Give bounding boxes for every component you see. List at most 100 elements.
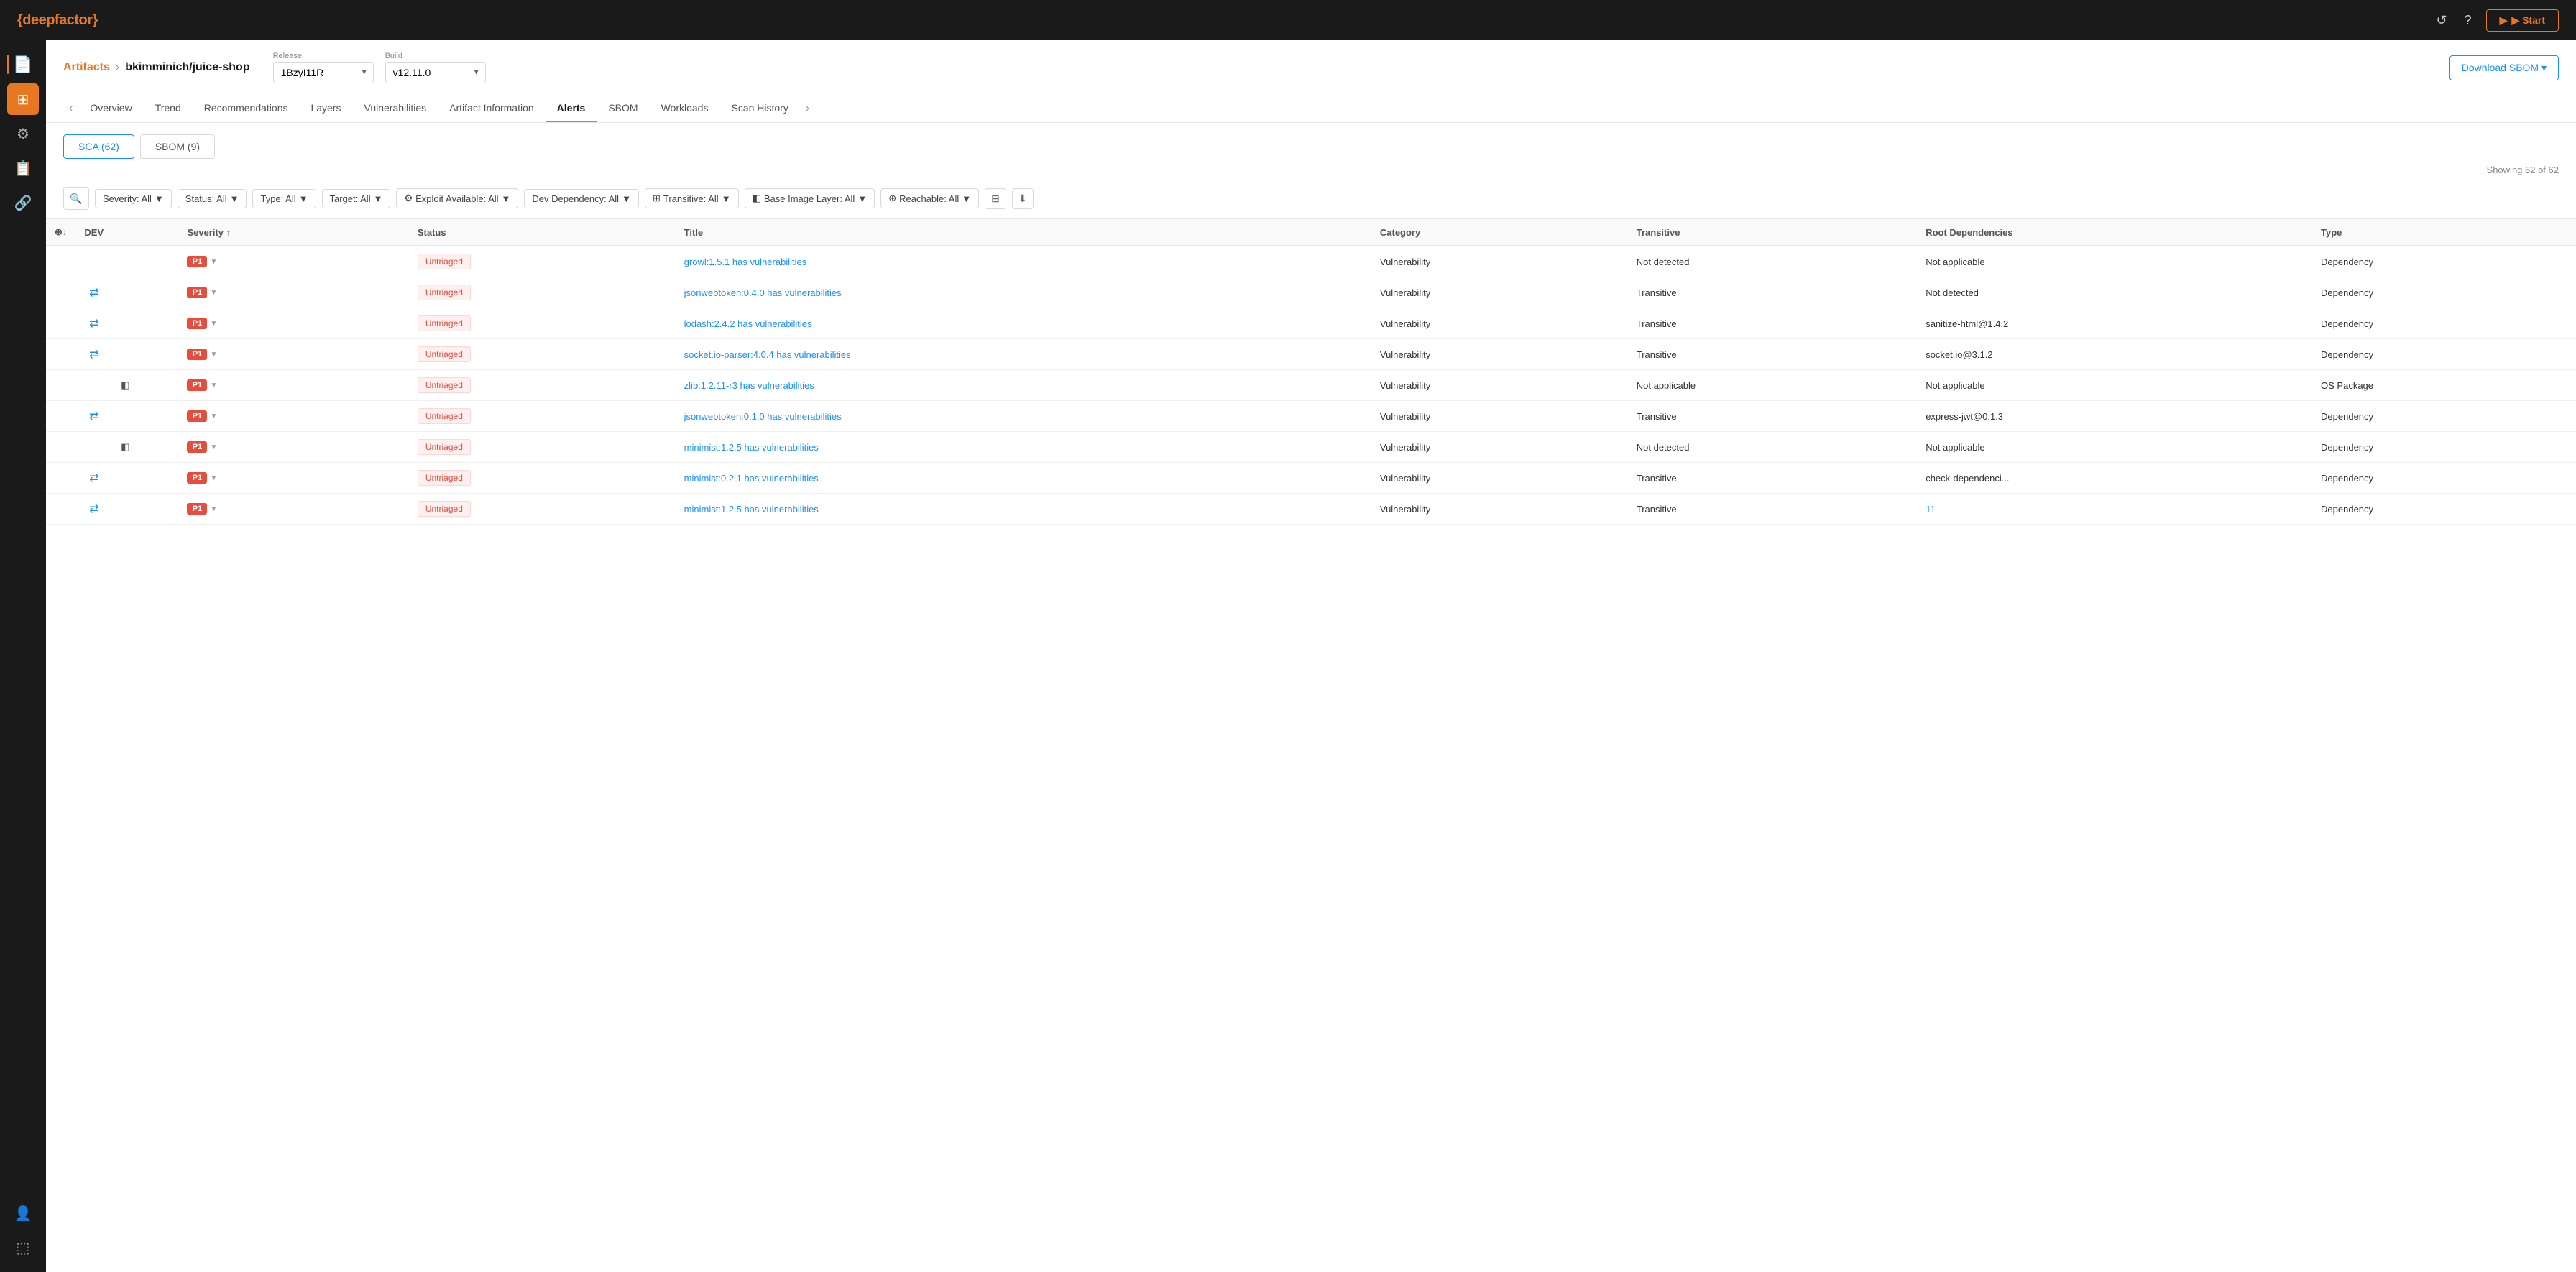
row-severity: P1▼: [178, 370, 408, 401]
p1-badge: P1: [187, 379, 207, 391]
file-icon: 📄: [13, 55, 32, 74]
tab-scan-history[interactable]: Scan History: [719, 95, 799, 122]
help-button[interactable]: ?: [2462, 10, 2475, 31]
base-image-filter[interactable]: ◧ Base Image Layer: All ▼: [745, 188, 875, 208]
title-link[interactable]: jsonwebtoken:0.1.0 has vulnerabilities: [684, 411, 842, 422]
table: ⊕↓ DEV Severity ↑ Status Title Category …: [46, 219, 2576, 525]
search-button[interactable]: 🔍: [63, 187, 89, 210]
row-root-deps: check-dependenci...: [1917, 463, 2312, 494]
tab-prev-button[interactable]: ‹: [63, 99, 78, 118]
reachable-filter-label: Reachable: All: [899, 193, 959, 204]
download-sbom-button[interactable]: Download SBOM ▾: [2450, 55, 2559, 80]
status-filter[interactable]: Status: All ▼: [178, 189, 247, 208]
severity-dropdown-btn[interactable]: ▼: [210, 505, 217, 513]
transitive-chevron-icon: ▼: [722, 193, 731, 204]
severity-dropdown-btn[interactable]: ▼: [210, 382, 217, 390]
breadcrumb: Artifacts › bkimminich/juice-shop Releas…: [63, 52, 2559, 83]
search-icon: 🔍: [70, 193, 82, 205]
row-title: minimist:1.2.5 has vulnerabilities: [676, 432, 1371, 463]
alerts-table: ⊕↓ DEV Severity ↑ Status Title Category …: [46, 219, 2576, 525]
title-link[interactable]: lodash:2.4.2 has vulnerabilities: [684, 318, 812, 329]
row-root-deps: sanitize-html@1.4.2: [1917, 308, 2312, 339]
table-row: ⇄P1▼Untriagedsocket.io-parser:4.0.4 has …: [46, 339, 2576, 370]
tab-layers[interactable]: Layers: [299, 95, 352, 122]
sidebar-item-documents[interactable]: 📋: [7, 152, 39, 184]
tab-artifact-information[interactable]: Artifact Information: [438, 95, 546, 122]
release-select[interactable]: 1BzyI11R: [273, 62, 374, 83]
title-link[interactable]: minimist:1.2.5 has vulnerabilities: [684, 442, 819, 453]
sidebar-item-settings[interactable]: ⚙: [7, 118, 39, 149]
tab-sbom[interactable]: SBOM: [597, 95, 649, 122]
sidebar-item-logout[interactable]: ⬚: [7, 1232, 39, 1263]
row-title: minimist:0.2.1 has vulnerabilities: [676, 463, 1371, 494]
row-severity: P1▼: [178, 339, 408, 370]
transitive-dep-icon: ⇄: [75, 494, 112, 525]
row-transitive: Transitive: [1628, 494, 1917, 525]
tab-overview[interactable]: Overview: [78, 95, 143, 122]
status-chevron-icon: ▼: [230, 193, 239, 204]
view-toggle-button[interactable]: ⊟: [985, 188, 1006, 209]
refresh-button[interactable]: ↺: [2434, 10, 2450, 31]
title-link[interactable]: minimist:1.2.5 has vulnerabilities: [684, 504, 819, 515]
row-dev-col: [75, 370, 112, 401]
breadcrumb-artifacts-link[interactable]: Artifacts: [63, 61, 110, 74]
target-chevron-icon: ▼: [374, 193, 383, 204]
row-sort-col: [46, 339, 75, 370]
row-category: Vulnerability: [1371, 401, 1628, 432]
tabs-nav: ‹ Overview Trend Recommendations Layers …: [63, 95, 2559, 122]
release-dropdown-wrapper: 1BzyI11R: [273, 62, 374, 83]
build-select[interactable]: v12.11.0: [385, 62, 486, 83]
title-link[interactable]: growl:1.5.1 has vulnerabilities: [684, 257, 807, 267]
root-deps-link[interactable]: 11: [1926, 504, 1936, 515]
severity-dropdown-btn[interactable]: ▼: [210, 351, 217, 359]
exploit-filter[interactable]: ⚙ Exploit Available: All ▼: [396, 188, 518, 208]
download-button[interactable]: ⬇: [1012, 188, 1034, 209]
severity-dropdown-btn[interactable]: ▼: [210, 289, 217, 297]
table-row: P1▼Untriagedgrowl:1.5.1 has vulnerabilit…: [46, 246, 2576, 277]
start-button[interactable]: ▶ ▶ Start: [2486, 9, 2559, 32]
reachable-filter[interactable]: ⊕ Reachable: All ▼: [880, 188, 979, 208]
severity-chevron-icon: ▼: [155, 193, 164, 204]
title-link[interactable]: zlib:1.2.11-r3 has vulnerabilities: [684, 380, 814, 391]
status-filter-label: Status: All: [185, 193, 227, 204]
severity-dropdown-btn[interactable]: ▼: [210, 413, 217, 420]
row-transitive: Transitive: [1628, 463, 1917, 494]
severity-dropdown-btn[interactable]: ▼: [210, 258, 217, 266]
status-badge: Untriaged: [418, 315, 471, 331]
row-layer-col: [112, 494, 138, 525]
status-badge: Untriaged: [418, 439, 471, 455]
title-link[interactable]: minimist:0.2.1 has vulnerabilities: [684, 473, 819, 484]
severity-filter[interactable]: Severity: All ▼: [95, 189, 172, 208]
row-type: Dependency: [2312, 494, 2576, 525]
tab-trend[interactable]: Trend: [144, 95, 193, 122]
type-filter[interactable]: Type: All ▼: [252, 189, 316, 208]
sub-tab-sca[interactable]: SCA (62): [63, 134, 134, 159]
row-status: Untriaged: [409, 494, 676, 525]
row-col5: [158, 370, 178, 401]
sidebar-item-file[interactable]: 📄: [7, 49, 39, 80]
sidebar-item-links[interactable]: 🔗: [7, 187, 39, 218]
target-filter[interactable]: Target: All ▼: [322, 189, 391, 208]
sidebar-item-user[interactable]: 👤: [7, 1197, 39, 1229]
dev-dependency-filter[interactable]: Dev Dependency: All ▼: [524, 189, 639, 208]
tab-recommendations[interactable]: Recommendations: [193, 95, 300, 122]
severity-dropdown-btn[interactable]: ▼: [210, 320, 217, 328]
col-severity[interactable]: Severity ↑: [178, 219, 408, 246]
transitive-dep-icon: ⇄: [75, 308, 112, 339]
severity-dropdown-btn[interactable]: ▼: [210, 443, 217, 451]
tab-next-button[interactable]: ›: [800, 99, 815, 118]
transitive-filter[interactable]: ⊞ Transitive: All ▼: [645, 188, 739, 208]
tab-vulnerabilities[interactable]: Vulnerabilities: [353, 95, 438, 122]
sub-tab-sbom[interactable]: SBOM (9): [140, 134, 215, 159]
title-link[interactable]: socket.io-parser:4.0.4 has vulnerabiliti…: [684, 349, 851, 360]
title-link[interactable]: jsonwebtoken:0.4.0 has vulnerabilities: [684, 287, 842, 298]
table-body: P1▼Untriagedgrowl:1.5.1 has vulnerabilit…: [46, 246, 2576, 525]
severity-dropdown-btn[interactable]: ▼: [210, 474, 217, 482]
tab-workloads[interactable]: Workloads: [650, 95, 720, 122]
base-layer-icon: ◧: [112, 432, 138, 463]
row-severity: P1▼: [178, 401, 408, 432]
tab-alerts[interactable]: Alerts: [546, 95, 597, 122]
row-root-deps: Not applicable: [1917, 432, 2312, 463]
status-badge: Untriaged: [418, 501, 471, 517]
sidebar-item-dashboard[interactable]: ⊞: [7, 83, 39, 115]
